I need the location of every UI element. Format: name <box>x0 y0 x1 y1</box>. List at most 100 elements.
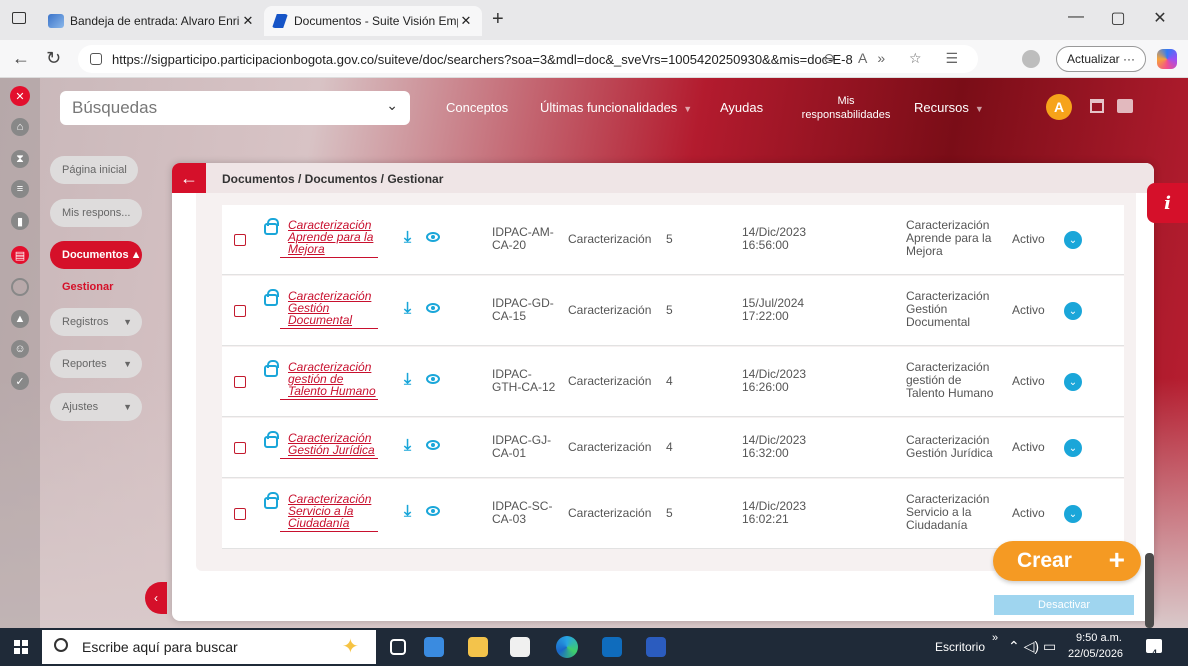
nav-ayudas[interactable]: Ayudas <box>720 100 763 115</box>
nav-conceptos[interactable]: Conceptos <box>446 100 508 115</box>
download-icon[interactable]: ⤓ <box>404 229 411 247</box>
close-window-button[interactable]: ✕ <box>1140 8 1180 28</box>
vertical-scrollbar[interactable] <box>1145 553 1154 628</box>
app-logo-icon[interactable]: ✕ <box>10 86 30 106</box>
close-tab-icon[interactable]: ✕ <box>458 13 474 29</box>
refresh-icon[interactable]: ↻ <box>46 48 61 69</box>
hourglass-icon[interactable]: ⧗ <box>11 150 29 168</box>
table-row[interactable]: Caracterización Gestión Jurídica ⤓ IDPAC-… <box>222 418 1124 478</box>
tray-expand-icon[interactable]: » <box>992 632 998 644</box>
word-icon[interactable] <box>646 637 666 657</box>
menu-reportes[interactable]: Reportes ▼ <box>50 350 142 378</box>
store-icon[interactable] <box>510 637 530 657</box>
table-row[interactable]: Caracterización Aprende para la Mejora ⤓ I… <box>222 205 1124 275</box>
calendar-icon[interactable] <box>1090 99 1104 113</box>
row-checkbox[interactable] <box>234 376 246 388</box>
row-checkbox[interactable] <box>234 508 246 520</box>
menu-gestionar[interactable]: Gestionar <box>50 273 142 301</box>
new-tab-button[interactable]: + <box>492 8 504 31</box>
home-icon[interactable]: ⌂ <box>11 118 29 136</box>
search-select[interactable]: Búsquedas ⌄ <box>60 91 410 125</box>
back-icon[interactable]: ← <box>12 48 30 69</box>
chevron-down-circle-icon[interactable]: ⌄ <box>1064 302 1082 320</box>
windows-start-icon[interactable] <box>14 640 28 654</box>
tab-outlook[interactable]: Bandeja de entrada: Alvaro Enriqu ✕ <box>40 6 264 36</box>
menu-mis-responsabilidades[interactable]: Mis respons... <box>50 199 142 227</box>
maximize-button[interactable]: ▢ <box>1098 8 1138 28</box>
clock-time[interactable]: 9:50 a.m. <box>1076 632 1122 644</box>
outlook-app-icon[interactable] <box>424 637 444 657</box>
view-eye-icon[interactable] <box>426 303 440 313</box>
copilot-icon[interactable] <box>1157 49 1177 69</box>
sparkle-icon: ✦ <box>342 636 359 658</box>
download-icon[interactable]: ⤓ <box>404 300 411 318</box>
site-info-icon[interactable] <box>90 53 102 65</box>
view-eye-icon[interactable] <box>426 440 440 450</box>
menu-pagina-inicial[interactable]: Página inicial <box>50 156 138 184</box>
document-title-link[interactable]: Caracterización Gestión Jurídica <box>288 432 378 456</box>
documents-icon[interactable]: ▤ <box>11 246 29 264</box>
row-checkbox[interactable] <box>234 442 246 454</box>
task-view-icon[interactable] <box>390 639 406 655</box>
tray-icons[interactable]: ⌃ ◁) ▭ <box>1008 638 1056 655</box>
warning-icon[interactable]: ▲ <box>11 310 29 328</box>
download-icon[interactable]: ⤓ <box>404 503 411 521</box>
circle-icon[interactable] <box>11 278 29 296</box>
download-icon[interactable]: ⤓ <box>404 437 411 455</box>
file-explorer-icon[interactable] <box>468 637 488 657</box>
notification-count: 4 <box>1152 648 1158 658</box>
desactivar-button[interactable]: Desactivar <box>994 595 1134 615</box>
tab-title: Documentos - Suite Visión Empre <box>294 14 458 28</box>
check-icon[interactable]: ✓ <box>11 372 29 390</box>
clock-date[interactable]: 22/05/2026 <box>1068 648 1123 660</box>
view-eye-icon[interactable] <box>426 506 440 516</box>
table-row[interactable]: Caracterización Servicio a la Ciudadanía ⤓… <box>222 479 1124 549</box>
edge-icon[interactable] <box>556 636 578 658</box>
info-button[interactable]: i <box>1147 183 1188 223</box>
outlook-favicon-icon <box>48 14 64 28</box>
table-row[interactable]: Caracterización gestión de Talento Humano … <box>222 347 1124 417</box>
nav-mis-responsabilidades[interactable]: Mis responsabilidades <box>796 94 896 122</box>
menu-ajustes[interactable]: Ajustes ▼ <box>50 393 142 421</box>
document-title-link[interactable]: Caracterización Aprende para la Mejora <box>288 219 378 255</box>
view-eye-icon[interactable] <box>426 232 440 242</box>
outlook-new-icon[interactable] <box>602 637 622 657</box>
avatar[interactable]: A <box>1046 94 1072 120</box>
tab-documentos[interactable]: Documentos - Suite Visión Empre ✕ <box>264 6 482 36</box>
menu-lines-icon[interactable]: ≡ <box>11 180 29 198</box>
chevron-down-circle-icon[interactable]: ⌄ <box>1064 231 1082 249</box>
chat-icon[interactable] <box>1117 99 1133 113</box>
crear-button[interactable]: Crear + <box>993 541 1141 581</box>
url-field[interactable]: https://sigparticipo.participacionbogota… <box>78 45 978 73</box>
row-checkbox[interactable] <box>234 305 246 317</box>
lock-icon <box>264 218 279 235</box>
document-title-link[interactable]: Caracterización gestión de Talento Humano <box>288 361 378 397</box>
chevron-down-circle-icon[interactable]: ⌄ <box>1064 373 1082 391</box>
view-eye-icon[interactable] <box>426 374 440 384</box>
users-icon[interactable]: ☺ <box>11 340 29 358</box>
document-type: Caracterización <box>568 303 652 317</box>
document-title-link[interactable]: Caracterización Servicio a la Ciudadanía <box>288 493 378 529</box>
close-tab-icon[interactable]: ✕ <box>240 13 256 29</box>
url-action-icons[interactable]: ⊖ A» ☆ ☰ <box>823 50 968 67</box>
chevron-down-circle-icon[interactable]: ⌄ <box>1064 505 1082 523</box>
menu-documentos[interactable]: Documentos ▲ <box>50 241 142 269</box>
back-button[interactable]: ← <box>172 163 206 193</box>
sidebar-toggle-icon[interactable] <box>12 12 26 24</box>
caret-down-icon: ▼ <box>123 359 132 369</box>
taskbar-search-input[interactable]: Escribe aquí para buscar ✦ <box>42 630 376 664</box>
chart-icon[interactable]: ▮ <box>11 212 29 230</box>
desktop-label[interactable]: Escritorio <box>935 640 985 654</box>
nav-ultimas-funcionalidades[interactable]: Últimas funcionalidades ▼ <box>540 100 692 115</box>
chevron-down-circle-icon[interactable]: ⌄ <box>1064 439 1082 457</box>
minimize-button[interactable]: — <box>1056 8 1096 26</box>
menu-registros[interactable]: Registros ▼ <box>50 308 142 336</box>
download-icon[interactable]: ⤓ <box>404 371 411 389</box>
row-checkbox[interactable] <box>234 234 246 246</box>
breadcrumb: Documentos / Documentos / Gestionar <box>222 172 444 186</box>
nav-recursos[interactable]: Recursos ▼ <box>914 100 984 115</box>
document-title-link[interactable]: Caracterización Gestión Documental <box>288 290 378 326</box>
update-button[interactable]: Actualizar ··· <box>1056 46 1146 72</box>
profile-icon[interactable] <box>1022 50 1040 68</box>
table-row[interactable]: Caracterización Gestión Documental ⤓ IDPAC… <box>222 276 1124 346</box>
